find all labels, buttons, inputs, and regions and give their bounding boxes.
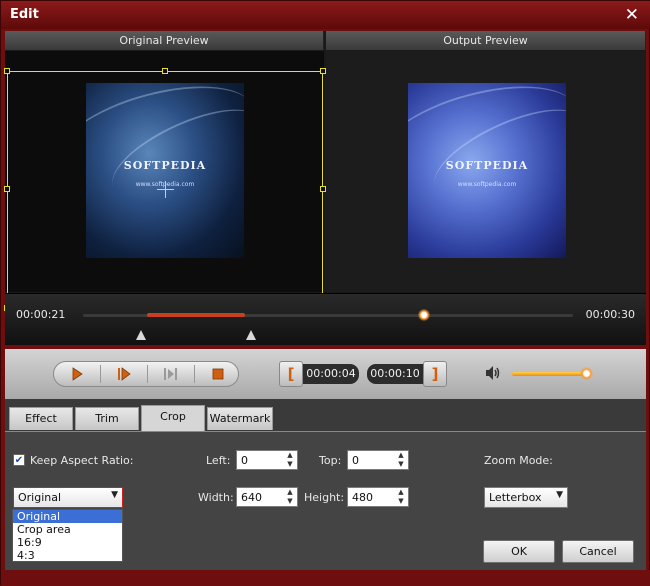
frame-step-icon [163,368,177,380]
height-value: 480 [352,491,373,504]
tab-trim[interactable]: Trim [75,407,139,430]
left-label: Left: [206,454,231,467]
aspect-ratio-select[interactable]: Original ▼ [13,487,123,508]
play-button[interactable] [54,362,99,386]
play-icon [72,367,83,381]
output-video-frame: SOFTPEDIA www.softpedia.com [408,83,566,258]
keep-aspect-checkbox[interactable]: ✔ [13,454,25,466]
width-spinbox[interactable]: 640 ▲ ▼ [236,487,298,507]
tab-crop[interactable]: Crop [141,405,205,431]
dropdown-option-original[interactable]: Original [13,510,122,523]
trim-end-marker[interactable] [246,330,256,340]
timeline: 00:00:21 00:00:30 [5,293,646,345]
keep-aspect-label: Keep Aspect Ratio: [30,454,134,467]
ok-button[interactable]: OK [483,540,555,563]
crosshair-icon [165,181,166,198]
timeline-start-time: 00:00:21 [16,308,66,321]
spin-arrows-icon[interactable]: ▲ ▼ [283,488,297,506]
zoom-mode-value: Letterbox [489,491,542,504]
dropdown-option-crop-area[interactable]: Crop area [13,523,122,536]
title-bar[interactable]: Edit ✕ [1,1,650,29]
window-footer [1,570,650,586]
output-preview-view: SOFTPEDIA www.softpedia.com [326,51,646,292]
cancel-button[interactable]: Cancel [562,540,634,563]
width-label: Width: [198,491,234,504]
softpedia-logo: SOFTPEDIA [445,159,529,172]
next-frame-button[interactable] [101,362,146,386]
spin-arrows-icon[interactable]: ▲ ▼ [394,488,408,506]
volume-knob[interactable] [580,367,593,380]
volume-icon[interactable] [483,363,503,383]
next-frame-icon [117,367,131,381]
trim-start-marker[interactable] [136,330,146,340]
top-spinbox[interactable]: 0 ▲ ▼ [347,450,409,470]
timeline-playhead[interactable] [418,309,430,321]
top-value: 0 [352,454,359,467]
close-icon[interactable]: ✕ [625,5,639,25]
top-label: Top: [319,454,342,467]
aspect-ratio-dropdown: Original Crop area 16:9 4:3 [12,509,123,562]
height-label: Height: [304,491,345,504]
start-time-display: 00:00:04 [303,364,359,384]
volume-slider[interactable] [512,372,586,376]
zoom-mode-label: Zoom Mode: [484,454,553,467]
chevron-down-icon: ▼ [111,490,118,500]
playback-controls: [ 00:00:04 00:00:10 ] [5,349,646,399]
edit-window: Edit ✕ Original Preview Output Preview S… [0,0,650,586]
width-value: 640 [241,491,262,504]
original-preview-header: Original Preview [5,31,324,50]
spin-arrows-icon[interactable]: ▲ ▼ [394,451,408,469]
output-preview-header: Output Preview [326,31,646,50]
crop-handle-top[interactable] [162,68,168,74]
dropdown-option-4-3[interactable]: 4:3 [13,549,122,562]
tab-watermark[interactable]: Watermark [207,407,273,430]
playback-button-group [53,361,239,387]
mark-in-button[interactable]: [ [279,361,303,387]
stop-icon [212,368,223,380]
left-value: 0 [241,454,248,467]
preview-area: Original Preview Output Preview SOFTPEDI… [4,31,646,311]
original-preview-view[interactable]: SOFTPEDIA www.softpedia.com [4,51,326,311]
crop-handle-top-left[interactable] [4,68,10,74]
height-spinbox[interactable]: 480 ▲ ▼ [347,487,409,507]
timeline-end-time: 00:00:30 [585,308,635,321]
zoom-mode-select[interactable]: Letterbox ▼ [484,487,568,508]
window-title: Edit [10,7,39,22]
tab-bar: Effect Trim Crop Watermark [5,399,646,431]
spin-arrows-icon[interactable]: ▲ ▼ [283,451,297,469]
chevron-down-icon: ▼ [556,490,563,500]
frame-step-button[interactable] [148,362,193,386]
left-spinbox[interactable]: 0 ▲ ▼ [236,450,298,470]
crop-handle-left[interactable] [4,186,10,192]
stop-button[interactable] [195,362,240,386]
dropdown-option-16-9[interactable]: 16:9 [13,536,122,549]
softpedia-url: www.softpedia.com [457,181,517,188]
aspect-ratio-value: Original [18,491,62,504]
tab-effect[interactable]: Effect [9,407,73,430]
mark-out-button[interactable]: ] [423,361,447,387]
timeline-selection [147,313,245,317]
end-time-display: 00:00:10 [367,364,423,384]
